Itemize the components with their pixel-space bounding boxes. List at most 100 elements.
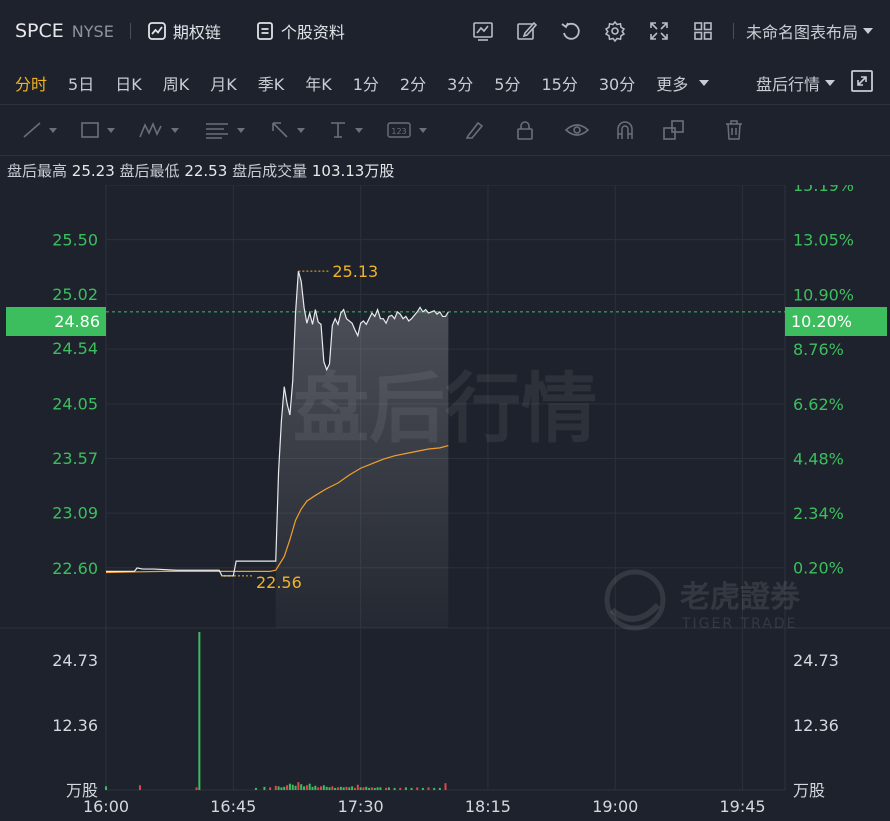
period-tab[interactable]: 3分 (447, 71, 473, 95)
svg-text:123: 123 (391, 127, 406, 136)
after-hours-label: 盘后行情 (755, 75, 820, 94)
refresh-icon[interactable] (559, 19, 583, 43)
percent-tick-label: 6.62% (793, 395, 844, 414)
chart-layout-dropdown[interactable]: 未命名图表布局 (746, 19, 874, 43)
period-tab[interactable]: 30分 (599, 71, 635, 95)
logo-cn-text: 老虎證券 (680, 580, 801, 615)
volume-bar (356, 784, 359, 790)
percent-tick-label: 13.05% (793, 231, 854, 250)
volume-tick-label: 12.36 (793, 716, 839, 735)
volume-bar (291, 784, 294, 790)
volume-tick-label: 24.73 (793, 651, 839, 670)
period-tab[interactable]: 15分 (541, 71, 577, 95)
volume-bar (385, 787, 388, 790)
period-tab[interactable]: 5分 (494, 71, 520, 95)
caret-down-icon[interactable] (698, 77, 710, 89)
intraday-chart[interactable]: 盘后行情老虎證券TIGER TRADE25.1322.5625.5025.022… (0, 185, 890, 821)
lock-icon[interactable] (514, 120, 536, 140)
volume-bar (328, 787, 331, 790)
current-pct-value: 10.20% (791, 312, 853, 331)
period-tab[interactable]: 日K (115, 71, 142, 95)
price-tick-label: 24.54 (52, 339, 98, 358)
period-tab[interactable]: 年K (305, 71, 332, 95)
period-tab[interactable]: 更多 (656, 71, 688, 95)
current-price-value: 24.86 (54, 312, 100, 331)
volume-label: 盘后成交量 (232, 162, 308, 180)
eye-icon[interactable] (564, 120, 590, 140)
top-bar: SPCE NYSE 期权链 个股资料 未命名图表布局 (0, 0, 890, 62)
options-chain-button[interactable]: 期权链 (147, 19, 221, 43)
volume-bar (393, 787, 396, 790)
period-tab[interactable]: 分时 (15, 71, 47, 95)
stock-profile-button[interactable]: 个股资料 (255, 19, 345, 43)
percent-tick-label: 2.34% (793, 504, 844, 523)
exchange-label: NYSE (71, 21, 114, 41)
period-bar: 分时 5日 日K 周K 月K 季K 年K 1分 2分 3分 5分 15分 30分 更多 盘后行情 (0, 62, 890, 104)
period-tabs: 分时 5日 日K 周K 月K 季K 年K 1分 2分 3分 5分 15分 30分 更多 (0, 71, 692, 95)
high-value: 25.23 (71, 162, 115, 180)
tiger-logo-icon (610, 602, 661, 622)
after-hours-dropdown[interactable]: 盘后行情 (756, 71, 836, 95)
period-tab[interactable]: 周K (163, 71, 190, 95)
volume-bar (410, 787, 413, 790)
rectangle-tool-icon[interactable] (80, 120, 116, 140)
line-tool-icon[interactable] (22, 120, 58, 140)
volume-bar (368, 787, 371, 790)
wave-tool-icon[interactable] (138, 120, 182, 140)
percent-tick-label: 8.76% (793, 340, 844, 359)
fullscreen-icon[interactable] (647, 19, 671, 43)
volume-bar (353, 787, 356, 790)
period-tab[interactable]: 5日 (68, 71, 94, 95)
grid-layout-icon[interactable] (691, 19, 715, 43)
volume-bar (359, 787, 362, 790)
brush-icon[interactable] (464, 120, 486, 140)
volume-bar (404, 787, 407, 790)
draw-edit-icon[interactable] (515, 19, 539, 43)
period-tab[interactable]: 月K (210, 71, 237, 95)
low-value: 22.53 (184, 162, 228, 180)
volume-bar (370, 787, 373, 790)
trash-icon[interactable] (724, 119, 744, 141)
period-tab[interactable]: 季K (258, 71, 285, 95)
percent-tick-label: 10.90% (793, 286, 854, 305)
volume-bar (345, 786, 348, 790)
volume-bar (376, 787, 379, 790)
expand-icon[interactable] (850, 69, 874, 97)
period-tab[interactable]: 1分 (353, 71, 379, 95)
settings-gear-icon[interactable] (603, 19, 627, 43)
high-label: 盘后最高 (7, 162, 68, 180)
volume-bar (308, 783, 311, 790)
volume-bar (297, 782, 300, 790)
low-label: 盘后最低 (119, 162, 180, 180)
layers-icon[interactable] (662, 119, 686, 141)
volume-bar (421, 787, 424, 790)
volume-tick-label: 24.73 (52, 651, 98, 670)
magnet-icon[interactable] (614, 120, 636, 140)
max-annotation-label: 25.13 (332, 262, 378, 281)
volume-bar (342, 787, 345, 790)
chart-layout-label: 未命名图表布局 (745, 23, 858, 42)
logo-en-text: TIGER TRADE (681, 616, 797, 632)
period-tab[interactable]: 2分 (400, 71, 426, 95)
number-label-tool-icon[interactable]: 123 (386, 120, 430, 140)
percent-tick-label: 0.20% (793, 559, 844, 578)
time-tick-label: 16:00 (83, 797, 129, 816)
volume-bar (362, 787, 365, 790)
volume-bar (286, 785, 289, 790)
text-tool-icon[interactable] (328, 120, 364, 140)
volume-bar (379, 787, 382, 790)
fibonacci-tool-icon[interactable] (204, 120, 248, 140)
price-tick-label: 24.05 (52, 395, 98, 414)
volume-bar (438, 787, 441, 790)
arrow-tool-icon[interactable] (270, 120, 306, 140)
percent-tick-label: 15.19% (793, 185, 854, 195)
volume-bar (263, 786, 266, 790)
volume-bar (322, 785, 325, 790)
volume-bar (311, 786, 314, 790)
volume-bar (387, 787, 390, 790)
volume-bar (277, 786, 280, 790)
volume-bar (274, 785, 277, 790)
volume-bar (294, 785, 297, 790)
indicator-icon[interactable] (471, 19, 495, 43)
volume-bar (416, 787, 419, 790)
